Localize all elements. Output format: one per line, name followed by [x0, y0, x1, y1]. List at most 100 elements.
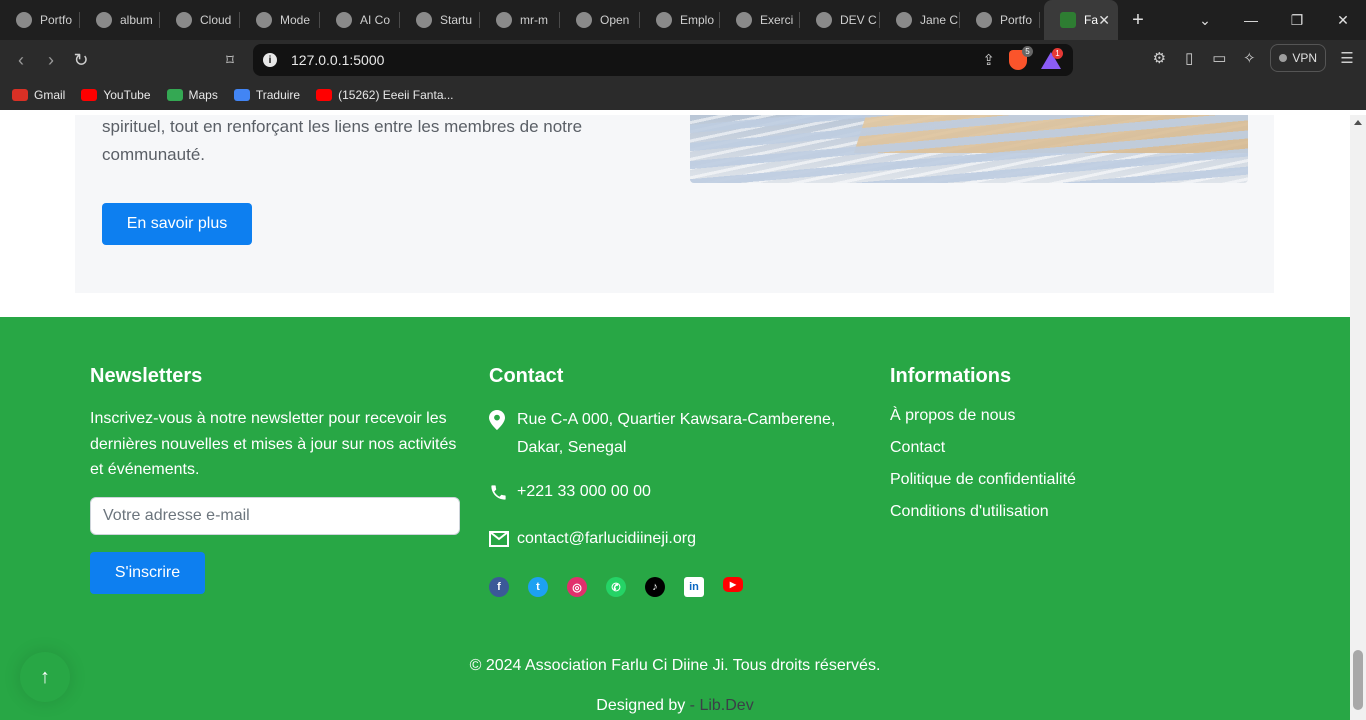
bookmark-label: Gmail — [34, 88, 66, 102]
tab-2[interactable]: Cloud — [160, 0, 240, 40]
site-info-icon[interactable]: i — [263, 53, 277, 67]
close-tab-icon[interactable]: ✕ — [1098, 12, 1110, 29]
tab-search-icon[interactable]: ⌄ — [1182, 0, 1228, 40]
mongodb-icon — [176, 12, 192, 28]
bookmarks-bar: Gmail YouTube Maps Traduire (15262) Eeeii Fa… — [0, 80, 1366, 110]
exercise-icon — [736, 12, 752, 28]
tab-title: DEV C — [840, 13, 877, 27]
designer-link[interactable]: Lib.Dev — [699, 697, 753, 714]
github-icon — [576, 12, 592, 28]
tab-5[interactable]: Startu — [400, 0, 480, 40]
bookmark-item[interactable]: (15262) Eeeii Fanta... — [316, 88, 454, 102]
bookmark-item[interactable]: Traduire — [233, 88, 301, 102]
bookmark-favicon-icon — [12, 89, 28, 101]
tab-title: Cloud — [200, 13, 232, 27]
bookmark-icon[interactable]: ⌑ — [215, 45, 245, 75]
tab-active[interactable]: Fa ✕ — [1044, 0, 1118, 40]
address-bar[interactable]: i 127.0.0.1:5000 ⇪ 5 1 — [253, 44, 1073, 76]
learn-more-button[interactable]: En savoir plus — [102, 203, 252, 245]
tab-title: album — [120, 13, 153, 27]
bookmark-label: Traduire — [255, 88, 301, 102]
subscribe-button[interactable]: S'inscrire — [90, 552, 205, 594]
footer-link[interactable]: Conditions d'utilisation — [890, 502, 1190, 522]
url-text: 127.0.0.1:5000 — [291, 52, 385, 68]
envelope-icon — [489, 525, 509, 553]
scroll-up-icon[interactable] — [1354, 120, 1362, 125]
wallet-icon[interactable]: ▭ — [1210, 49, 1228, 67]
scrollbar-thumb[interactable] — [1353, 650, 1363, 710]
close-window-icon[interactable]: ✕ — [1320, 0, 1366, 40]
share-icon[interactable]: ⇪ — [982, 51, 995, 69]
tiktok-icon[interactable]: ♪ — [645, 577, 665, 597]
tab-4[interactable]: AI Co — [320, 0, 400, 40]
tab-0[interactable]: Portfo — [0, 0, 80, 40]
bookmark-item[interactable]: Gmail — [12, 88, 65, 102]
back-to-top-button[interactable]: ↑ — [20, 652, 70, 702]
ai-icon — [336, 12, 352, 28]
image-crowd-rows — [690, 115, 1248, 183]
menu-icon[interactable]: ☰ — [1338, 49, 1356, 67]
info-icon — [656, 12, 672, 28]
tab-8[interactable]: Emplo — [640, 0, 720, 40]
tab-title: Mode — [280, 13, 311, 27]
vpn-label: VPN — [1292, 51, 1317, 65]
phone-icon — [489, 478, 509, 506]
social-links: f t ◎ ✆ ♪ in ▶ — [489, 577, 859, 597]
tab-6[interactable]: mr-m — [480, 0, 560, 40]
newsletter-email-input[interactable] — [90, 497, 460, 535]
back-icon[interactable]: ‹ — [6, 45, 36, 75]
tab-title: Open — [600, 13, 630, 27]
newsletter-text: Inscrivez-vous à notre newsletter pour r… — [90, 410, 457, 478]
reload-icon[interactable]: ↻ — [66, 45, 96, 75]
contact-title: Contact — [489, 365, 564, 387]
designed-by: Designed by - Lib.Dev — [0, 697, 1350, 715]
footer-link[interactable]: Politique de confidentialité — [890, 470, 1190, 490]
tab-9[interactable]: Exerci — [720, 0, 800, 40]
bookmark-item[interactable]: YouTube — [81, 88, 151, 102]
tab-7[interactable]: Open — [560, 0, 640, 40]
tab-1[interactable]: album — [80, 0, 160, 40]
designed-by-label: Designed by — [596, 697, 686, 714]
extensions-icon[interactable]: ⚙ — [1150, 49, 1168, 67]
sidebar-icon[interactable]: ▯ — [1180, 49, 1198, 67]
linkedin-icon[interactable]: in — [684, 577, 704, 597]
vpn-button[interactable]: VPN — [1270, 44, 1326, 72]
newsletter-column: Newsletters Inscrivez-vous à notre newsl… — [90, 365, 460, 594]
footer-link[interactable]: À propos de nous — [890, 406, 1190, 426]
brave-rewards-icon[interactable]: 1 — [1041, 47, 1063, 69]
tab-title: Emplo — [680, 13, 715, 27]
new-tab-button[interactable]: + — [1118, 9, 1158, 32]
whatsapp-icon[interactable]: ✆ — [606, 577, 626, 597]
footer-link[interactable]: Contact — [890, 438, 1190, 458]
globe-icon — [976, 12, 992, 28]
email-text[interactable]: contact@farlucidiineji.org — [517, 525, 696, 553]
youtube-icon[interactable]: ▶ — [723, 577, 743, 592]
bookmark-item[interactable]: Maps — [166, 88, 218, 102]
shields-count-badge: 5 — [1022, 46, 1033, 57]
instagram-icon[interactable]: ◎ — [567, 577, 587, 597]
twitter-icon[interactable]: t — [528, 577, 548, 597]
bookmark-label: YouTube — [103, 88, 151, 102]
bookmark-label: Maps — [188, 88, 218, 102]
window-controls: ⌄ — ❐ ✕ — [1182, 0, 1366, 40]
tab-title: Jane C — [920, 13, 959, 27]
tab-10[interactable]: DEV C — [800, 0, 880, 40]
leo-ai-icon[interactable]: ✧ — [1240, 49, 1258, 67]
minimize-icon[interactable]: — — [1228, 0, 1274, 40]
startup-icon — [416, 12, 432, 28]
facebook-icon[interactable]: f — [489, 577, 509, 597]
page-scrollbar[interactable] — [1350, 115, 1366, 720]
site-favicon-icon — [1060, 12, 1076, 28]
tab-12[interactable]: Portfo — [960, 0, 1040, 40]
vpn-status-icon — [1279, 54, 1288, 62]
restore-icon[interactable]: ❐ — [1274, 0, 1320, 40]
browser-toolbar: ‹ › ↻ ⌑ i 127.0.0.1:5000 ⇪ 5 1 ⚙ ▯ ▭ ✧ V… — [0, 40, 1366, 80]
address-text: Rue C-A 000, Quartier Kawsara-Camberene,… — [517, 411, 836, 456]
extension-area: ⚙ ▯ ▭ ✧ VPN ☰ — [1150, 44, 1356, 72]
forward-icon[interactable]: › — [36, 45, 66, 75]
tab-title: Startu — [440, 13, 473, 27]
brave-shields-icon[interactable]: 5 — [1009, 46, 1033, 70]
contact-address: Rue C-A 000, Quartier Kawsara-Camberene,… — [489, 406, 859, 462]
tab-11[interactable]: Jane C — [880, 0, 960, 40]
tab-3[interactable]: Mode — [240, 0, 320, 40]
